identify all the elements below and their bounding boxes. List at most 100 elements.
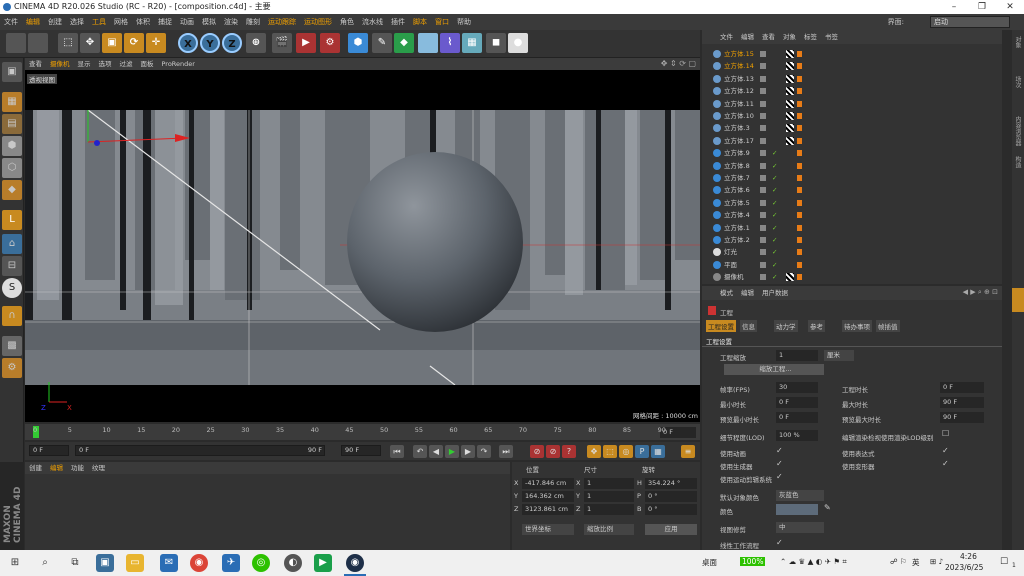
object-row[interactable]: 立方体.13 xyxy=(702,73,1002,85)
object-name[interactable]: 立方体.9 xyxy=(724,147,750,159)
object-row[interactable]: 立方体.10 xyxy=(702,110,1002,122)
menu-item[interactable]: 脚本 xyxy=(409,14,431,30)
phong-tag-icon[interactable] xyxy=(786,124,794,133)
visibility-dot-icon[interactable] xyxy=(760,249,766,256)
object-row[interactable]: 立方体.14 xyxy=(702,60,1002,72)
object-name[interactable]: 立方体.17 xyxy=(724,135,754,147)
search-icon[interactable]: ⌕ xyxy=(36,554,54,572)
store-icon[interactable]: ▣ xyxy=(96,554,114,572)
project-scale-unit[interactable]: 厘米 xyxy=(824,350,854,361)
world-coord-icon[interactable]: ⊕ xyxy=(246,33,266,53)
attribute-menu-item[interactable]: 模式 xyxy=(716,286,737,300)
maximize-button[interactable]: ❐ xyxy=(968,0,996,14)
menu-item[interactable]: 渲染 xyxy=(220,14,242,30)
menu-item[interactable]: 帮助 xyxy=(453,14,475,30)
mail-icon[interactable]: ✉ xyxy=(160,554,178,572)
next-key-icon[interactable]: ↷ xyxy=(477,445,491,458)
menu-item[interactable]: 创建 xyxy=(44,14,66,30)
material-tag-icon[interactable] xyxy=(797,137,802,144)
phong-tag-icon[interactable] xyxy=(786,87,794,96)
attribute-tab[interactable]: 信息 xyxy=(740,320,757,332)
visibility-dot-icon[interactable] xyxy=(760,75,766,82)
material-tag-icon[interactable] xyxy=(797,249,802,256)
object-name[interactable]: 立方体.6 xyxy=(724,184,750,196)
material-tag-icon[interactable] xyxy=(797,100,802,107)
rotation-field[interactable]: 354.224 ° xyxy=(645,478,697,489)
object-name[interactable]: 摄像机 xyxy=(724,271,744,283)
visibility-dot-icon[interactable] xyxy=(760,162,766,169)
material-tag-icon[interactable] xyxy=(797,162,802,169)
material-tag-icon[interactable] xyxy=(797,224,802,231)
magnet-icon[interactable]: ∩ xyxy=(2,306,22,326)
object-row[interactable]: 立方体.4 ✓ xyxy=(702,209,1002,221)
media-player-icon[interactable]: ▶ xyxy=(314,554,332,572)
object-name[interactable]: 立方体.7 xyxy=(724,172,750,184)
attribute-tab[interactable]: 工程设置 xyxy=(706,320,736,332)
menu-item[interactable]: 工具 xyxy=(88,14,110,30)
extrude-icon[interactable] xyxy=(418,33,438,53)
phong-tag-icon[interactable] xyxy=(786,273,794,282)
render-settings-icon[interactable]: ⚙ xyxy=(320,33,340,53)
menu-item[interactable]: 编辑 xyxy=(22,14,44,30)
grid-icon[interactable]: ▩ xyxy=(2,336,22,356)
menu-item[interactable]: 窗口 xyxy=(431,14,453,30)
phong-tag-icon[interactable] xyxy=(786,50,794,58)
viewport-nav-icons[interactable]: ✥ ⇕ ⟳ ▢ xyxy=(661,58,696,70)
undo-icon[interactable] xyxy=(6,33,26,53)
render-picture-icon[interactable]: ▶ xyxy=(296,33,316,53)
visibility-dot-icon[interactable] xyxy=(760,100,766,107)
clock-time[interactable]: 4:26 xyxy=(960,552,977,561)
material-tag-icon[interactable] xyxy=(797,261,802,268)
menu-item[interactable]: 插件 xyxy=(387,14,409,30)
play-icon[interactable]: ▶ xyxy=(445,445,459,458)
transform-icon[interactable]: ✛ xyxy=(146,33,166,53)
option-checkbox[interactable]: ✓ xyxy=(776,472,783,481)
attribute-tab[interactable]: 动力学 xyxy=(774,320,798,332)
attribute-menu-item[interactable]: 用户数据 xyxy=(758,286,792,300)
object-row[interactable]: 立方体.17 xyxy=(702,135,1002,147)
start-frame-field[interactable]: 0 F xyxy=(29,445,69,456)
visibility-dot-icon[interactable] xyxy=(760,237,766,243)
material-menu-item[interactable]: 创建 xyxy=(25,462,46,474)
size-field[interactable]: 1 xyxy=(584,491,634,502)
visibility-dot-icon[interactable] xyxy=(760,212,766,219)
desktop-label[interactable]: 桌面 xyxy=(702,557,717,568)
camera-icon[interactable]: ◼ xyxy=(486,33,506,53)
scale-icon[interactable]: ▣ xyxy=(102,33,122,53)
enabled-check-icon[interactable]: ✓ xyxy=(772,222,777,234)
linear-workflow-checkbox[interactable]: ✓ xyxy=(776,538,783,547)
points-mode-icon[interactable]: ⬢ xyxy=(2,136,22,156)
object-row[interactable]: 立方体.1 ✓ xyxy=(702,222,1002,234)
option-checkbox[interactable]: ✓ xyxy=(942,446,949,455)
project-scale-field[interactable]: 1 xyxy=(776,350,818,361)
viewport-menu-item[interactable]: 面板 xyxy=(137,58,158,70)
prev-key-icon[interactable]: ↶ xyxy=(413,445,427,458)
apply-button[interactable]: 应用 xyxy=(645,524,697,535)
coord-mode-select[interactable]: 世界坐标 xyxy=(522,524,574,535)
option-checkbox[interactable]: ✓ xyxy=(776,446,783,455)
material-tag-icon[interactable] xyxy=(797,125,802,132)
color-swatch[interactable] xyxy=(776,504,818,515)
object-name[interactable]: 立方体.10 xyxy=(724,110,754,122)
object-row[interactable]: 平面 ✓ xyxy=(702,259,1002,271)
material-menu-item[interactable]: 功能 xyxy=(67,462,88,474)
side-tab-active[interactable] xyxy=(1012,288,1024,312)
layout-select[interactable]: 启动 xyxy=(930,16,1010,28)
phong-tag-icon[interactable] xyxy=(786,112,794,120)
material-tag-icon[interactable] xyxy=(797,51,802,57)
material-tag-icon[interactable] xyxy=(797,175,802,181)
object-row[interactable]: 立方体.8 ✓ xyxy=(702,160,1002,172)
enabled-check-icon[interactable]: ✓ xyxy=(772,246,777,258)
right-param-field[interactable]: 0 F xyxy=(940,382,984,393)
notification-icon[interactable]: ☐ xyxy=(1000,557,1008,567)
object-name[interactable]: 立方体.14 xyxy=(724,60,754,72)
viewport-menu-item[interactable]: 选项 xyxy=(95,58,116,70)
menu-item[interactable]: 选择 xyxy=(66,14,88,30)
left-param-field[interactable]: 0 F xyxy=(776,397,818,408)
object-row[interactable]: 立方体.9 ✓ xyxy=(702,147,1002,159)
light-icon[interactable]: ● xyxy=(508,33,528,53)
material-tag-icon[interactable] xyxy=(797,88,802,95)
material-tag-icon[interactable] xyxy=(797,63,802,70)
object-name[interactable]: 立方体.11 xyxy=(724,98,754,110)
goto-end-icon[interactable]: ⏭ xyxy=(499,445,513,458)
